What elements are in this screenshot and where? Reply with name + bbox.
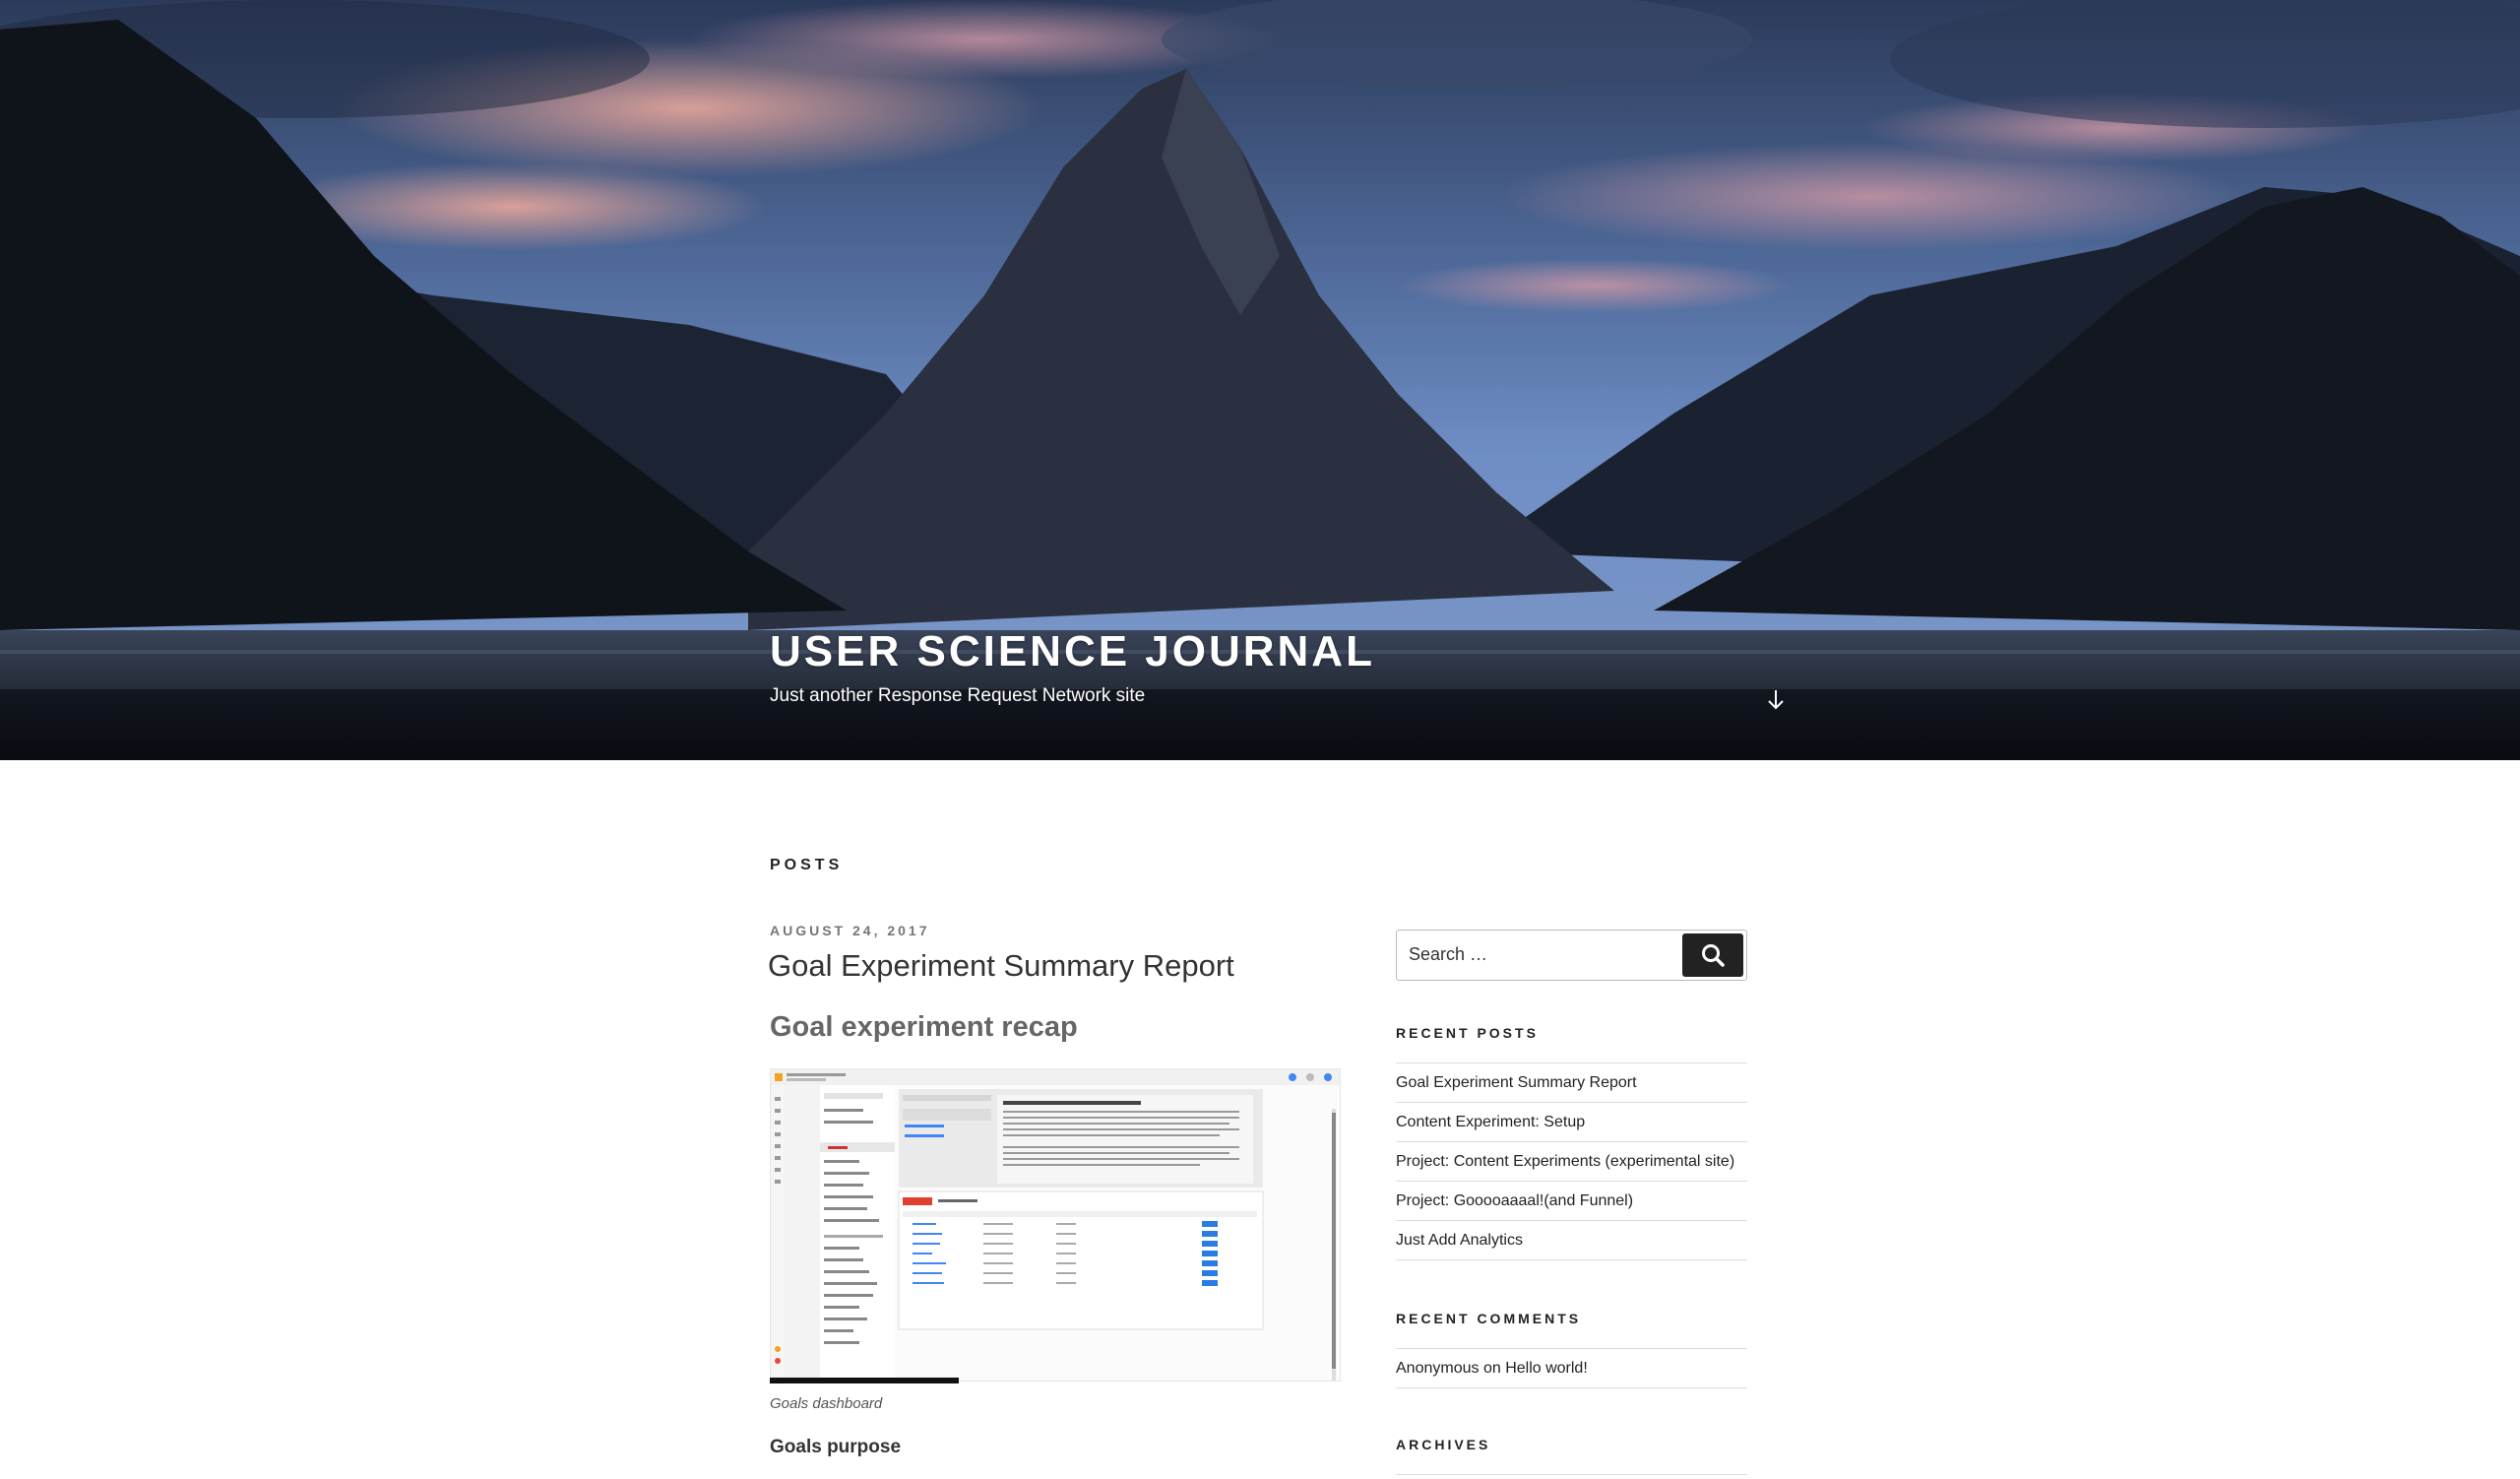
search-button[interactable] <box>1682 933 1743 977</box>
arrow-down-icon[interactable] <box>1762 686 1790 714</box>
search-icon <box>1702 944 1725 967</box>
recent-post-link[interactable]: Just Add Analytics <box>1396 1221 1747 1260</box>
goals-dashboard-screenshot[interactable] <box>770 1068 1341 1382</box>
image-underline <box>770 1378 959 1383</box>
page-label-posts: POSTS <box>770 857 844 873</box>
post-title[interactable]: Goal Experiment Summary Report <box>768 948 1339 984</box>
recent-comments-title: RECENT COMMENTS <box>1396 1311 1582 1326</box>
site-title[interactable]: USER SCIENCE JOURNAL <box>770 630 1375 674</box>
site-branding: USER SCIENCE JOURNAL Just another Respon… <box>770 630 1375 707</box>
image-caption: Goals dashboard <box>770 1395 883 1412</box>
header-hero: USER SCIENCE JOURNAL Just another Respon… <box>0 0 2520 760</box>
recent-post-link[interactable]: Content Experiment: Setup <box>1396 1103 1747 1142</box>
recent-post-link[interactable]: Project: Content Experiments (experiment… <box>1396 1142 1747 1182</box>
recent-comment-item: Anonymous on Hello world! <box>1396 1349 1747 1388</box>
comment-connector: on <box>1479 1360 1506 1377</box>
recent-posts-list: Goal Experiment Summary Report Content E… <box>1396 1062 1747 1260</box>
widget-recent-comments: RECENT COMMENTS Anonymous on Hello world… <box>1396 1311 1747 1388</box>
search-form <box>1396 930 1747 981</box>
sidebar: RECENT POSTS Goal Experiment Summary Rep… <box>1396 930 1747 1475</box>
comment-author-link[interactable]: Anonymous <box>1396 1360 1480 1377</box>
widget-archives: ARCHIVES <box>1396 1437 1747 1475</box>
post-article: AUGUST 24, 2017 Goal Experiment Summary … <box>768 923 1341 1457</box>
comment-post-link[interactable]: Hello world! <box>1505 1360 1588 1377</box>
site-description: Just another Response Request Network si… <box>770 685 1146 706</box>
post-subheading: Goals purpose <box>770 1437 902 1457</box>
archives-title: ARCHIVES <box>1396 1437 1491 1452</box>
widget-recent-posts: RECENT POSTS Goal Experiment Summary Rep… <box>1396 1025 1747 1260</box>
recent-posts-title: RECENT POSTS <box>1396 1025 1539 1041</box>
post-date[interactable]: AUGUST 24, 2017 <box>770 923 1339 938</box>
post-heading: Goal experiment recap <box>770 1011 1078 1043</box>
recent-post-link[interactable]: Project: Gooooaaaal!(and Funnel) <box>1396 1182 1747 1221</box>
recent-comments-list: Anonymous on Hello world! <box>1396 1348 1747 1388</box>
archives-divider <box>1396 1474 1747 1475</box>
search-input[interactable] <box>1397 931 1672 978</box>
recent-post-link[interactable]: Goal Experiment Summary Report <box>1396 1063 1747 1103</box>
